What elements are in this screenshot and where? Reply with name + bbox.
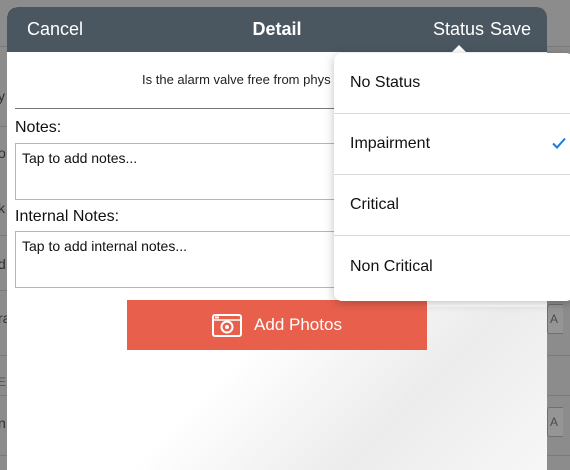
- background-text-fragment: d: [0, 256, 6, 272]
- question-text: Is the alarm valve free from phys: [142, 72, 331, 87]
- background-text-fragment: k: [0, 200, 5, 216]
- internal-notes-label: Internal Notes:: [15, 208, 120, 225]
- status-option-critical[interactable]: Critical: [334, 175, 570, 236]
- background-text-fragment: n: [0, 415, 6, 431]
- status-button[interactable]: Status: [433, 19, 484, 40]
- status-option-label: Critical: [350, 196, 399, 213]
- background-side-button[interactable]: A: [547, 407, 563, 437]
- background-text-fragment: o: [0, 145, 6, 161]
- camera-icon: [212, 314, 243, 337]
- background-side-button[interactable]: A: [547, 304, 563, 334]
- checkmark-icon: [552, 137, 566, 149]
- status-option-label: Impairment: [350, 135, 431, 152]
- save-button[interactable]: Save: [490, 19, 531, 40]
- cancel-button[interactable]: Cancel: [27, 19, 83, 40]
- status-option-no-status[interactable]: No Status: [334, 53, 570, 114]
- background-text-fragment: E: [0, 375, 7, 389]
- notes-label: Notes:: [15, 119, 62, 136]
- status-option-non-critical[interactable]: Non Critical: [334, 236, 570, 297]
- background-text-fragment: y: [0, 88, 5, 104]
- status-popover: No Status Impairment Critical Non Critic…: [334, 53, 570, 301]
- notes-placeholder: Tap to add notes...: [22, 150, 138, 166]
- internal-notes-placeholder: Tap to add internal notes...: [22, 238, 187, 254]
- status-option-label: Non Critical: [350, 257, 433, 275]
- status-option-label: No Status: [350, 74, 421, 91]
- status-option-impairment[interactable]: Impairment: [334, 114, 570, 175]
- add-photos-button[interactable]: Add Photos: [127, 300, 427, 350]
- add-photos-label: Add Photos: [254, 315, 342, 334]
